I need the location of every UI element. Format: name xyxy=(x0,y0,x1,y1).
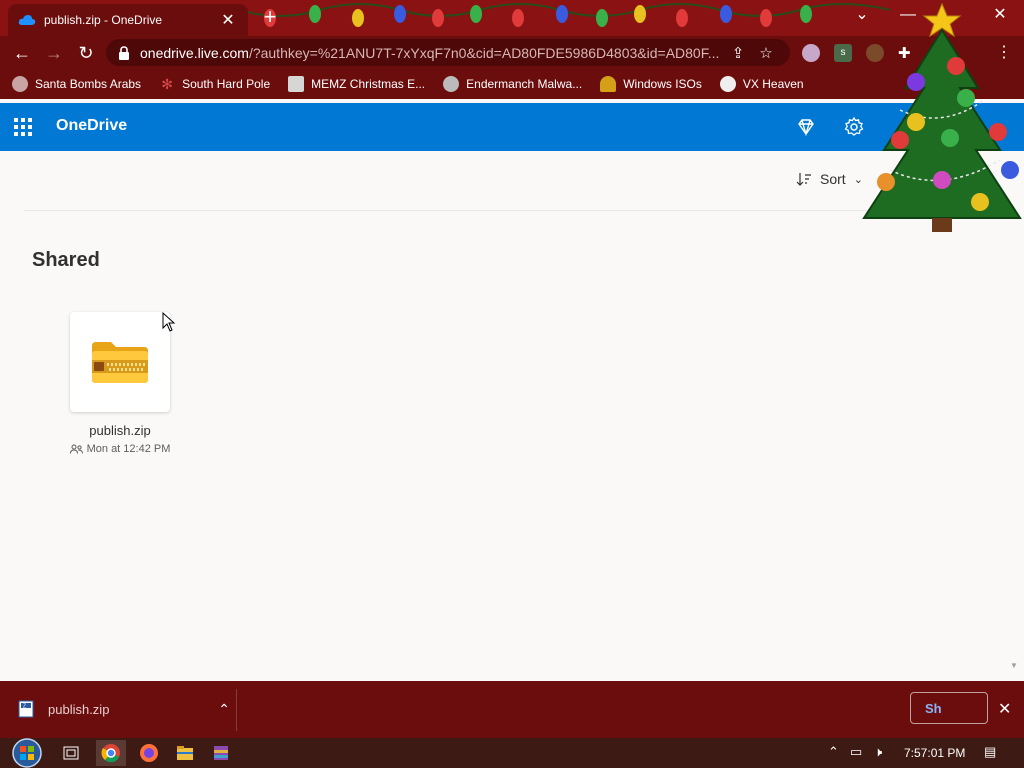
file-meta: Mon at 12:42 PM xyxy=(60,443,180,455)
volume-icon[interactable]: 🕨 xyxy=(874,744,882,760)
bookmark-item[interactable]: Santa Bombs Arabs xyxy=(12,76,141,92)
bookmark-label: VX Heaven xyxy=(742,77,804,91)
shelf-separator xyxy=(236,689,237,731)
file-explorer-taskbar-icon[interactable] xyxy=(170,740,200,766)
show-all-button[interactable]: Sh xyxy=(910,692,988,724)
firefox-taskbar-icon[interactable] xyxy=(134,740,164,766)
bookmark-item[interactable]: Windows ISOs xyxy=(600,76,702,92)
url-path: /?authkey=%21ANU7T-7xYxqF7n0&cid=AD80FDE… xyxy=(248,44,720,61)
winrar-taskbar-icon[interactable] xyxy=(206,740,236,766)
show-hidden-icons-icon[interactable]: ⌃ xyxy=(828,744,839,760)
svg-text:Z: Z xyxy=(23,704,26,710)
page-title: Shared xyxy=(32,249,100,271)
url-text: onedrive.live.com/?authkey=%21ANU7T-7xYx… xyxy=(140,45,724,61)
task-view-icon[interactable] xyxy=(56,740,86,766)
person-icon xyxy=(600,76,617,92)
bookmark-item[interactable]: VX Heaven xyxy=(719,76,804,92)
download-file-name: publish.zip xyxy=(48,701,110,717)
christmas-tree-decoration xyxy=(862,2,1022,232)
downloads-shelf: Z publish.zip ⌃ Sh ✕ xyxy=(0,681,1024,738)
onedrive-cloud-icon xyxy=(18,15,36,25)
page-icon xyxy=(288,76,305,92)
back-arrow-icon[interactable]: ← xyxy=(6,39,38,67)
bookmark-label: Endermanch Malwa... xyxy=(466,77,583,91)
snowflake-icon: ✻ xyxy=(161,76,173,92)
globe-icon xyxy=(12,76,28,92)
raccoon-icon xyxy=(443,76,460,92)
download-item[interactable]: Z publish.zip ⌃ xyxy=(18,700,230,718)
bookmark-label: Windows ISOs xyxy=(623,77,702,91)
url-host: onedrive.live.com xyxy=(140,44,249,61)
action-center-icon[interactable]: ▤ xyxy=(984,744,996,760)
scroll-down-arrow-icon[interactable]: ▼ xyxy=(1010,661,1018,670)
chevron-up-icon[interactable]: ⌃ xyxy=(218,701,230,718)
bookmark-item[interactable]: ✻ South Hard Pole xyxy=(159,76,270,92)
bookmark-star-icon[interactable]: ☆ xyxy=(752,44,780,62)
command-bar-divider xyxy=(24,210,984,211)
file-modified-date: Mon at 12:42 PM xyxy=(86,443,171,455)
close-icon[interactable]: ✕ xyxy=(218,10,238,30)
bookmark-item[interactable]: MEMZ Christmas E... xyxy=(288,76,425,92)
zip-file-icon: Z xyxy=(18,700,34,718)
taskbar-clock[interactable]: 7:57:01 PM xyxy=(904,746,965,760)
forward-arrow-icon[interactable]: → xyxy=(38,39,70,67)
bookmark-label: MEMZ Christmas E... xyxy=(311,77,426,91)
bookmark-label: South Hard Pole xyxy=(182,77,271,91)
christmas-lights-decoration xyxy=(240,3,890,27)
network-icon[interactable]: ▭ xyxy=(850,744,862,760)
plus-icon[interactable]: + xyxy=(258,6,282,30)
windows-taskbar: ⌃ ▭ 🕨 7:57:01 PM ▤ xyxy=(0,738,1024,768)
file-name[interactable]: publish.zip xyxy=(60,423,180,438)
sort-label: Sort xyxy=(820,171,846,187)
lock-icon xyxy=(119,45,129,60)
app-launcher-icon[interactable] xyxy=(14,118,32,136)
bookmark-label: Santa Bombs Arabs xyxy=(35,77,142,91)
premium-diamond-icon[interactable] xyxy=(794,115,818,139)
address-bar[interactable]: onedrive.live.com/?authkey=%21ANU7T-7xYx… xyxy=(106,39,790,66)
extension-trans-flag-icon[interactable] xyxy=(802,44,820,62)
browser-tab-active[interactable]: publish.zip - OneDrive ✕ xyxy=(8,4,248,36)
reload-icon[interactable]: ↻ xyxy=(70,39,102,67)
sort-icon xyxy=(796,173,811,186)
mouse-pointer-icon xyxy=(162,312,176,332)
chrome-taskbar-icon[interactable] xyxy=(96,740,126,766)
radiation-icon xyxy=(719,76,736,92)
app-title[interactable]: OneDrive xyxy=(56,117,127,135)
tab-title: publish.zip - OneDrive xyxy=(44,13,163,27)
close-icon[interactable]: ✕ xyxy=(998,699,1011,719)
sort-button[interactable]: Sort ⌄ xyxy=(796,171,863,187)
share-icon[interactable]: ⇪ xyxy=(724,44,752,62)
extension-s-icon[interactable]: s xyxy=(834,44,852,62)
windows-start-orb-icon[interactable] xyxy=(10,738,44,768)
zip-folder-icon xyxy=(92,342,148,383)
file-thumbnail[interactable] xyxy=(70,312,170,412)
bookmark-item[interactable]: Endermanch Malwa... xyxy=(443,76,582,92)
shared-people-icon xyxy=(69,444,83,454)
